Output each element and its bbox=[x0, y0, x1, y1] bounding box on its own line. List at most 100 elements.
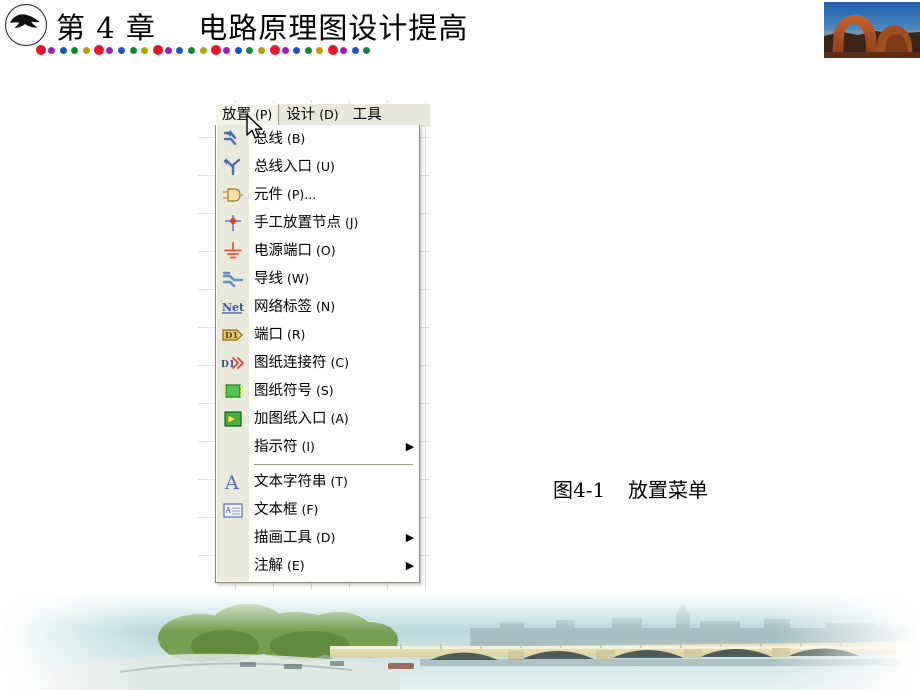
menu-item-text: 电源端口 bbox=[254, 243, 312, 259]
sheet-entry-icon bbox=[216, 405, 249, 433]
submenu-arrow-icon: ▶ bbox=[405, 532, 415, 544]
decorative-dot bbox=[304, 47, 312, 54]
menu-item-3[interactable]: 元件 (P)... bbox=[216, 181, 419, 209]
svg-text:Net1: Net1 bbox=[222, 301, 245, 314]
menu-item-2[interactable]: 总线入口 (U) bbox=[216, 153, 419, 181]
svg-text:D1: D1 bbox=[225, 331, 238, 341]
menu-item-accelerator: (E) bbox=[283, 558, 305, 573]
menubar-item-1[interactable]: 放置 (P) bbox=[215, 104, 280, 127]
menu-item-text: 文本字符串 bbox=[254, 474, 327, 490]
decorative-dot bbox=[328, 45, 338, 55]
menu-item-accelerator: (N) bbox=[312, 299, 336, 314]
menu-item-text: 手工放置节点 bbox=[254, 215, 341, 231]
menu-item-accelerator: (D) bbox=[312, 530, 336, 545]
decorative-dot bbox=[316, 47, 324, 54]
menubar-item-3[interactable]: 工具 bbox=[346, 105, 389, 127]
menu-item-label: 文本字符串 (T) bbox=[249, 473, 401, 491]
menubar[interactable]: 放置 (P) 设计 (D) 工具 bbox=[215, 103, 430, 127]
application-screenshot: 放置 (P) 设计 (D) 工具 总线 (B) 总线入口 (U) 元件 (P)... 手工… bbox=[198, 100, 430, 595]
menu-item-label: 文本框 (F) bbox=[249, 501, 401, 519]
menu-item-accelerator: (R) bbox=[283, 327, 306, 342]
decorative-dot bbox=[129, 47, 137, 54]
menu-item-icon-placeholder bbox=[216, 524, 249, 552]
menu-item-13[interactable]: A 文本字符串 (T) bbox=[216, 468, 419, 496]
delicate-arch-photo bbox=[824, 2, 920, 58]
menu-item-accelerator: (B) bbox=[283, 131, 306, 146]
text-frame-icon: A bbox=[216, 496, 249, 524]
decorative-dot bbox=[82, 47, 90, 54]
menu-item-label: 手工放置节点 (J) bbox=[249, 214, 401, 232]
menu-item-9[interactable]: D1 图纸连接符 (C) bbox=[216, 349, 419, 377]
decorative-dot bbox=[281, 47, 289, 54]
figure-caption: 图4-1 放置菜单 bbox=[553, 474, 708, 503]
menu-item-1[interactable]: 总线 (B) bbox=[216, 125, 419, 153]
wire-icon bbox=[216, 265, 249, 293]
menu-item-label: 图纸连接符 (C) bbox=[249, 354, 401, 372]
menu-item-10[interactable]: 图纸符号 (S) bbox=[216, 377, 419, 405]
decorative-dot bbox=[293, 47, 301, 54]
menu-item-accelerator: (P)... bbox=[283, 187, 317, 202]
menu-item-icon-placeholder bbox=[216, 433, 249, 461]
menu-item-label: 总线入口 (U) bbox=[249, 158, 401, 176]
decorative-dot bbox=[48, 47, 55, 54]
decorative-dot bbox=[340, 47, 347, 54]
menu-item-text: 网络标签 bbox=[254, 299, 312, 315]
decorative-dot bbox=[141, 47, 149, 54]
menu-item-7[interactable]: Net1 网络标签 (N) bbox=[216, 293, 419, 321]
port-icon: D1 bbox=[216, 321, 249, 349]
menu-separator bbox=[254, 464, 413, 465]
menubar-item-label: 工具 bbox=[352, 106, 382, 123]
decorative-dot bbox=[94, 45, 105, 55]
menu-item-6[interactable]: 导线 (W) bbox=[216, 265, 419, 293]
menu-item-icon-placeholder bbox=[216, 552, 249, 580]
decorative-dot bbox=[176, 47, 184, 54]
menu-item-text: 加图纸入口 bbox=[254, 411, 327, 427]
menu-item-5[interactable]: 电源端口 (O) bbox=[216, 237, 419, 265]
title-prefix: 第 4 章 bbox=[56, 11, 156, 45]
decorative-dot bbox=[223, 47, 231, 54]
menu-item-15[interactable]: 描画工具 (D) ▶ bbox=[216, 524, 419, 552]
decorative-dot bbox=[246, 47, 254, 54]
menubar-item-2[interactable]: 设计 (D) bbox=[279, 104, 345, 127]
menu-item-text: 图纸连接符 bbox=[254, 355, 327, 371]
title-text: 电路原理图设计提高 bbox=[198, 11, 469, 45]
decorative-dot bbox=[258, 47, 265, 54]
menu-item-4[interactable]: 手工放置节点 (J) bbox=[216, 209, 419, 237]
bus-icon bbox=[216, 125, 249, 153]
menu-item-11[interactable]: 加图纸入口 (A) bbox=[216, 405, 419, 433]
menu-item-label: 元件 (P)... bbox=[249, 186, 401, 204]
menu-item-label: 指示符 (I) bbox=[249, 438, 401, 456]
bridge-river-panorama bbox=[0, 590, 920, 690]
menu-item-accelerator: (F) bbox=[297, 502, 319, 517]
text-string-icon: A bbox=[216, 468, 249, 496]
menu-item-16[interactable]: 注解 (E) ▶ bbox=[216, 552, 419, 580]
slide-header: 第 4 章 电路原理图设计提高 bbox=[0, 0, 920, 72]
decorative-dot bbox=[351, 47, 359, 54]
decorative-dot bbox=[211, 45, 222, 55]
figure-number: 图4-1 bbox=[553, 478, 606, 502]
menubar-item-label: 设计 bbox=[286, 107, 316, 123]
decorative-dot bbox=[59, 47, 67, 54]
menu-item-12[interactable]: 指示符 (I) ▶ bbox=[216, 433, 419, 461]
svg-text:A: A bbox=[224, 472, 239, 493]
sheet-connector-icon: D1 bbox=[216, 349, 249, 377]
figure-caption-text: 放置菜单 bbox=[627, 478, 708, 502]
decorative-dot bbox=[363, 47, 371, 54]
place-menu-dropdown[interactable]: 总线 (B) 总线入口 (U) 元件 (P)... 手工放置节点 (J) 电源端口 (O… bbox=[215, 125, 420, 583]
menu-item-label: 网络标签 (N) bbox=[249, 298, 401, 316]
menu-item-text: 注解 bbox=[254, 558, 283, 574]
menu-item-8[interactable]: D1 端口 (R) bbox=[216, 321, 419, 349]
bird-circle-logo bbox=[3, 3, 51, 47]
bird-glyph bbox=[10, 14, 40, 28]
menu-item-accelerator: (C) bbox=[326, 355, 349, 370]
menu-item-14[interactable]: A 文本框 (F) bbox=[216, 496, 419, 524]
decorative-dot bbox=[106, 47, 114, 54]
submenu-arrow-icon: ▶ bbox=[405, 441, 415, 453]
menu-item-text: 导线 bbox=[254, 271, 283, 287]
menu-item-text: 描画工具 bbox=[254, 530, 312, 546]
decorative-dot bbox=[118, 47, 125, 54]
menu-item-text: 元件 bbox=[254, 187, 283, 203]
submenu-arrow-icon: ▶ bbox=[405, 560, 415, 572]
menu-item-accelerator: (T) bbox=[326, 474, 348, 489]
decorative-dot bbox=[36, 45, 46, 55]
